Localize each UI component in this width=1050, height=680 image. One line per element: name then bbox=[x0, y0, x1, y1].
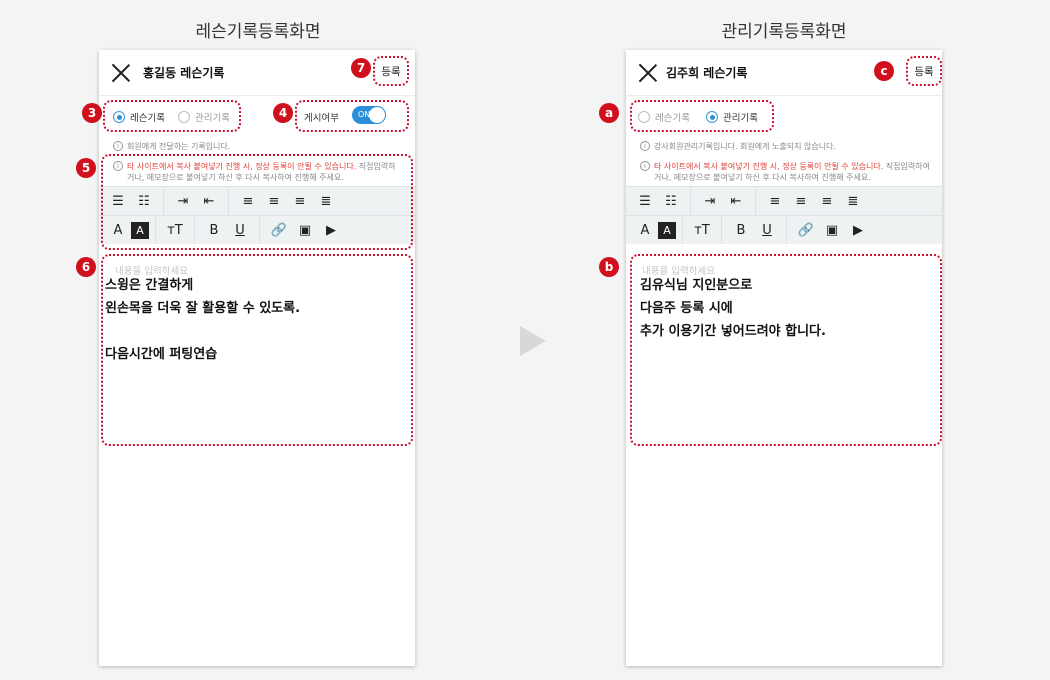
badge-b: b bbox=[599, 257, 619, 277]
page-title: 김주희 레슨기록 bbox=[666, 66, 748, 80]
radio-manage-label: 관리기록 bbox=[195, 113, 230, 124]
post-label: 게시여부 bbox=[304, 113, 339, 124]
info-icon: i bbox=[640, 161, 650, 171]
radio-manage[interactable]: 관리기록 bbox=[178, 110, 230, 124]
toolbar-row-1: ☰ ☷ ⇥ ⇤ ≡ ≡ ≡ ≣ bbox=[626, 186, 942, 215]
radio-lesson-label: 레슨기록 bbox=[655, 113, 690, 124]
align-group: ≡ ≡ ≡ ≣ bbox=[756, 187, 872, 215]
left-screen-title: 레슨기록등록화면 bbox=[195, 22, 321, 42]
manage-record-screen: 김주희 레슨기록 등록 레슨기록 관리기록 i 강사회원관리기록입니다. 회원에… bbox=[626, 50, 942, 666]
indent-group: ⇥ ⇤ bbox=[691, 187, 756, 215]
align-right-icon[interactable]: ≡ bbox=[814, 190, 840, 212]
stage: 레슨기록등록화면 관리기록등록화면 홍길동 레슨기록 등록 레슨기록 관리기록 … bbox=[0, 0, 1050, 680]
lesson-record-screen: 홍길동 레슨기록 등록 레슨기록 관리기록 게시여부 ON i 회원에게 전달하… bbox=[99, 50, 415, 666]
toggle-knob bbox=[369, 107, 385, 123]
warning-red: 타 사이트에서 복사 붙여넣기 진행 시, 정상 등록이 안될 수 있습니다. bbox=[654, 162, 884, 171]
header: 김주희 레슨기록 등록 bbox=[626, 50, 942, 96]
badge-3: 3 bbox=[82, 103, 102, 123]
color-group: A A bbox=[626, 216, 683, 244]
size-group: тТ bbox=[683, 216, 722, 244]
align-justify-icon[interactable]: ≣ bbox=[840, 190, 866, 212]
page-title: 홍길동 레슨기록 bbox=[143, 66, 225, 80]
warning-text: i 타 사이트에서 복사 붙여넣기 진행 시, 정상 등록이 안될 수 있습니다… bbox=[640, 161, 936, 183]
font-size-icon[interactable]: тТ bbox=[689, 219, 715, 241]
close-icon[interactable] bbox=[111, 63, 131, 83]
next-arrow-icon bbox=[520, 326, 546, 356]
register-button[interactable]: 등록 bbox=[373, 56, 409, 86]
right-screen-title: 관리기록등록화면 bbox=[721, 22, 847, 42]
align-center-icon[interactable]: ≡ bbox=[788, 190, 814, 212]
format-group: B U bbox=[722, 216, 787, 244]
info-message: 강사회원관리기록입니다. 회원에게 노출되지 않습니다. bbox=[654, 142, 836, 151]
warning-message: 타 사이트에서 복사 붙여넣기 진행 시, 정상 등록이 안될 수 있습니다. … bbox=[654, 161, 930, 183]
editor-content[interactable]: 김유식님 지인분으로 다음주 등록 시에 추가 이용기간 넣어드려야 합니다. bbox=[640, 274, 826, 343]
indent-icon[interactable]: ⇥ bbox=[697, 190, 723, 212]
badge-5: 5 bbox=[76, 158, 96, 178]
badge-c: c bbox=[874, 61, 894, 81]
radio-lesson[interactable]: 레슨기록 bbox=[638, 110, 690, 124]
radio-manage-label: 관리기록 bbox=[723, 113, 758, 124]
warning-rest-1: 직접입력하여 bbox=[883, 162, 930, 171]
radio-checked-icon bbox=[113, 111, 125, 123]
toolbar-row-2: A A тТ B U 🔗 ▣ ▶ bbox=[626, 215, 942, 244]
link-icon[interactable]: 🔗 bbox=[793, 219, 819, 241]
image-icon[interactable]: ▣ bbox=[819, 219, 845, 241]
editor-toolbar: ☰ ☷ ⇥ ⇤ ≡ ≡ ≡ ≣ A A тТ B U 🔗 ▣ ▶ bbox=[626, 186, 942, 244]
radio-unchecked-icon bbox=[178, 111, 190, 123]
bullet-list-icon[interactable]: ☰ bbox=[632, 190, 658, 212]
align-left-icon[interactable]: ≡ bbox=[762, 190, 788, 212]
background-color-icon[interactable]: A bbox=[658, 221, 676, 239]
radio-checked-icon bbox=[706, 111, 718, 123]
bold-icon[interactable]: B bbox=[728, 219, 754, 241]
radio-unchecked-icon bbox=[638, 111, 650, 123]
outdent-icon[interactable]: ⇤ bbox=[723, 190, 749, 212]
video-icon[interactable]: ▶ bbox=[845, 219, 871, 241]
radio-lesson-label: 레슨기록 bbox=[130, 113, 165, 124]
info-message: 회원에게 전달하는 기록입니다. bbox=[127, 142, 231, 151]
font-color-icon[interactable]: A bbox=[632, 219, 658, 241]
close-icon[interactable] bbox=[638, 63, 658, 83]
list-group: ☰ ☷ bbox=[626, 187, 691, 215]
badge-6: 6 bbox=[76, 257, 96, 277]
post-toggle[interactable]: ON bbox=[352, 106, 386, 124]
warning-rest-2: 거나, 메모장으로 붙여넣기 하신 후 다시 복사하여 진행해 주세요. bbox=[654, 173, 871, 182]
info-text: i 회원에게 전달하는 기록입니다. bbox=[113, 141, 230, 152]
insert-group: 🔗 ▣ ▶ bbox=[787, 216, 877, 244]
badge-7: 7 bbox=[351, 58, 371, 78]
radio-lesson[interactable]: 레슨기록 bbox=[113, 110, 165, 124]
info-text: i 강사회원관리기록입니다. 회원에게 노출되지 않습니다. bbox=[640, 141, 836, 152]
warning-toolbar-highlight bbox=[101, 154, 413, 250]
info-icon: i bbox=[113, 141, 123, 151]
badge-a: a bbox=[599, 103, 619, 123]
info-icon: i bbox=[640, 141, 650, 151]
underline-icon[interactable]: U bbox=[754, 219, 780, 241]
badge-4: 4 bbox=[273, 103, 293, 123]
editor-content[interactable]: 스윙은 간결하게 왼손목을 더욱 잘 활용할 수 있도록. 다음시간에 퍼팅연습 bbox=[105, 274, 300, 366]
radio-manage[interactable]: 관리기록 bbox=[706, 110, 758, 124]
register-button[interactable]: 등록 bbox=[906, 56, 942, 86]
numbered-list-icon[interactable]: ☷ bbox=[658, 190, 684, 212]
